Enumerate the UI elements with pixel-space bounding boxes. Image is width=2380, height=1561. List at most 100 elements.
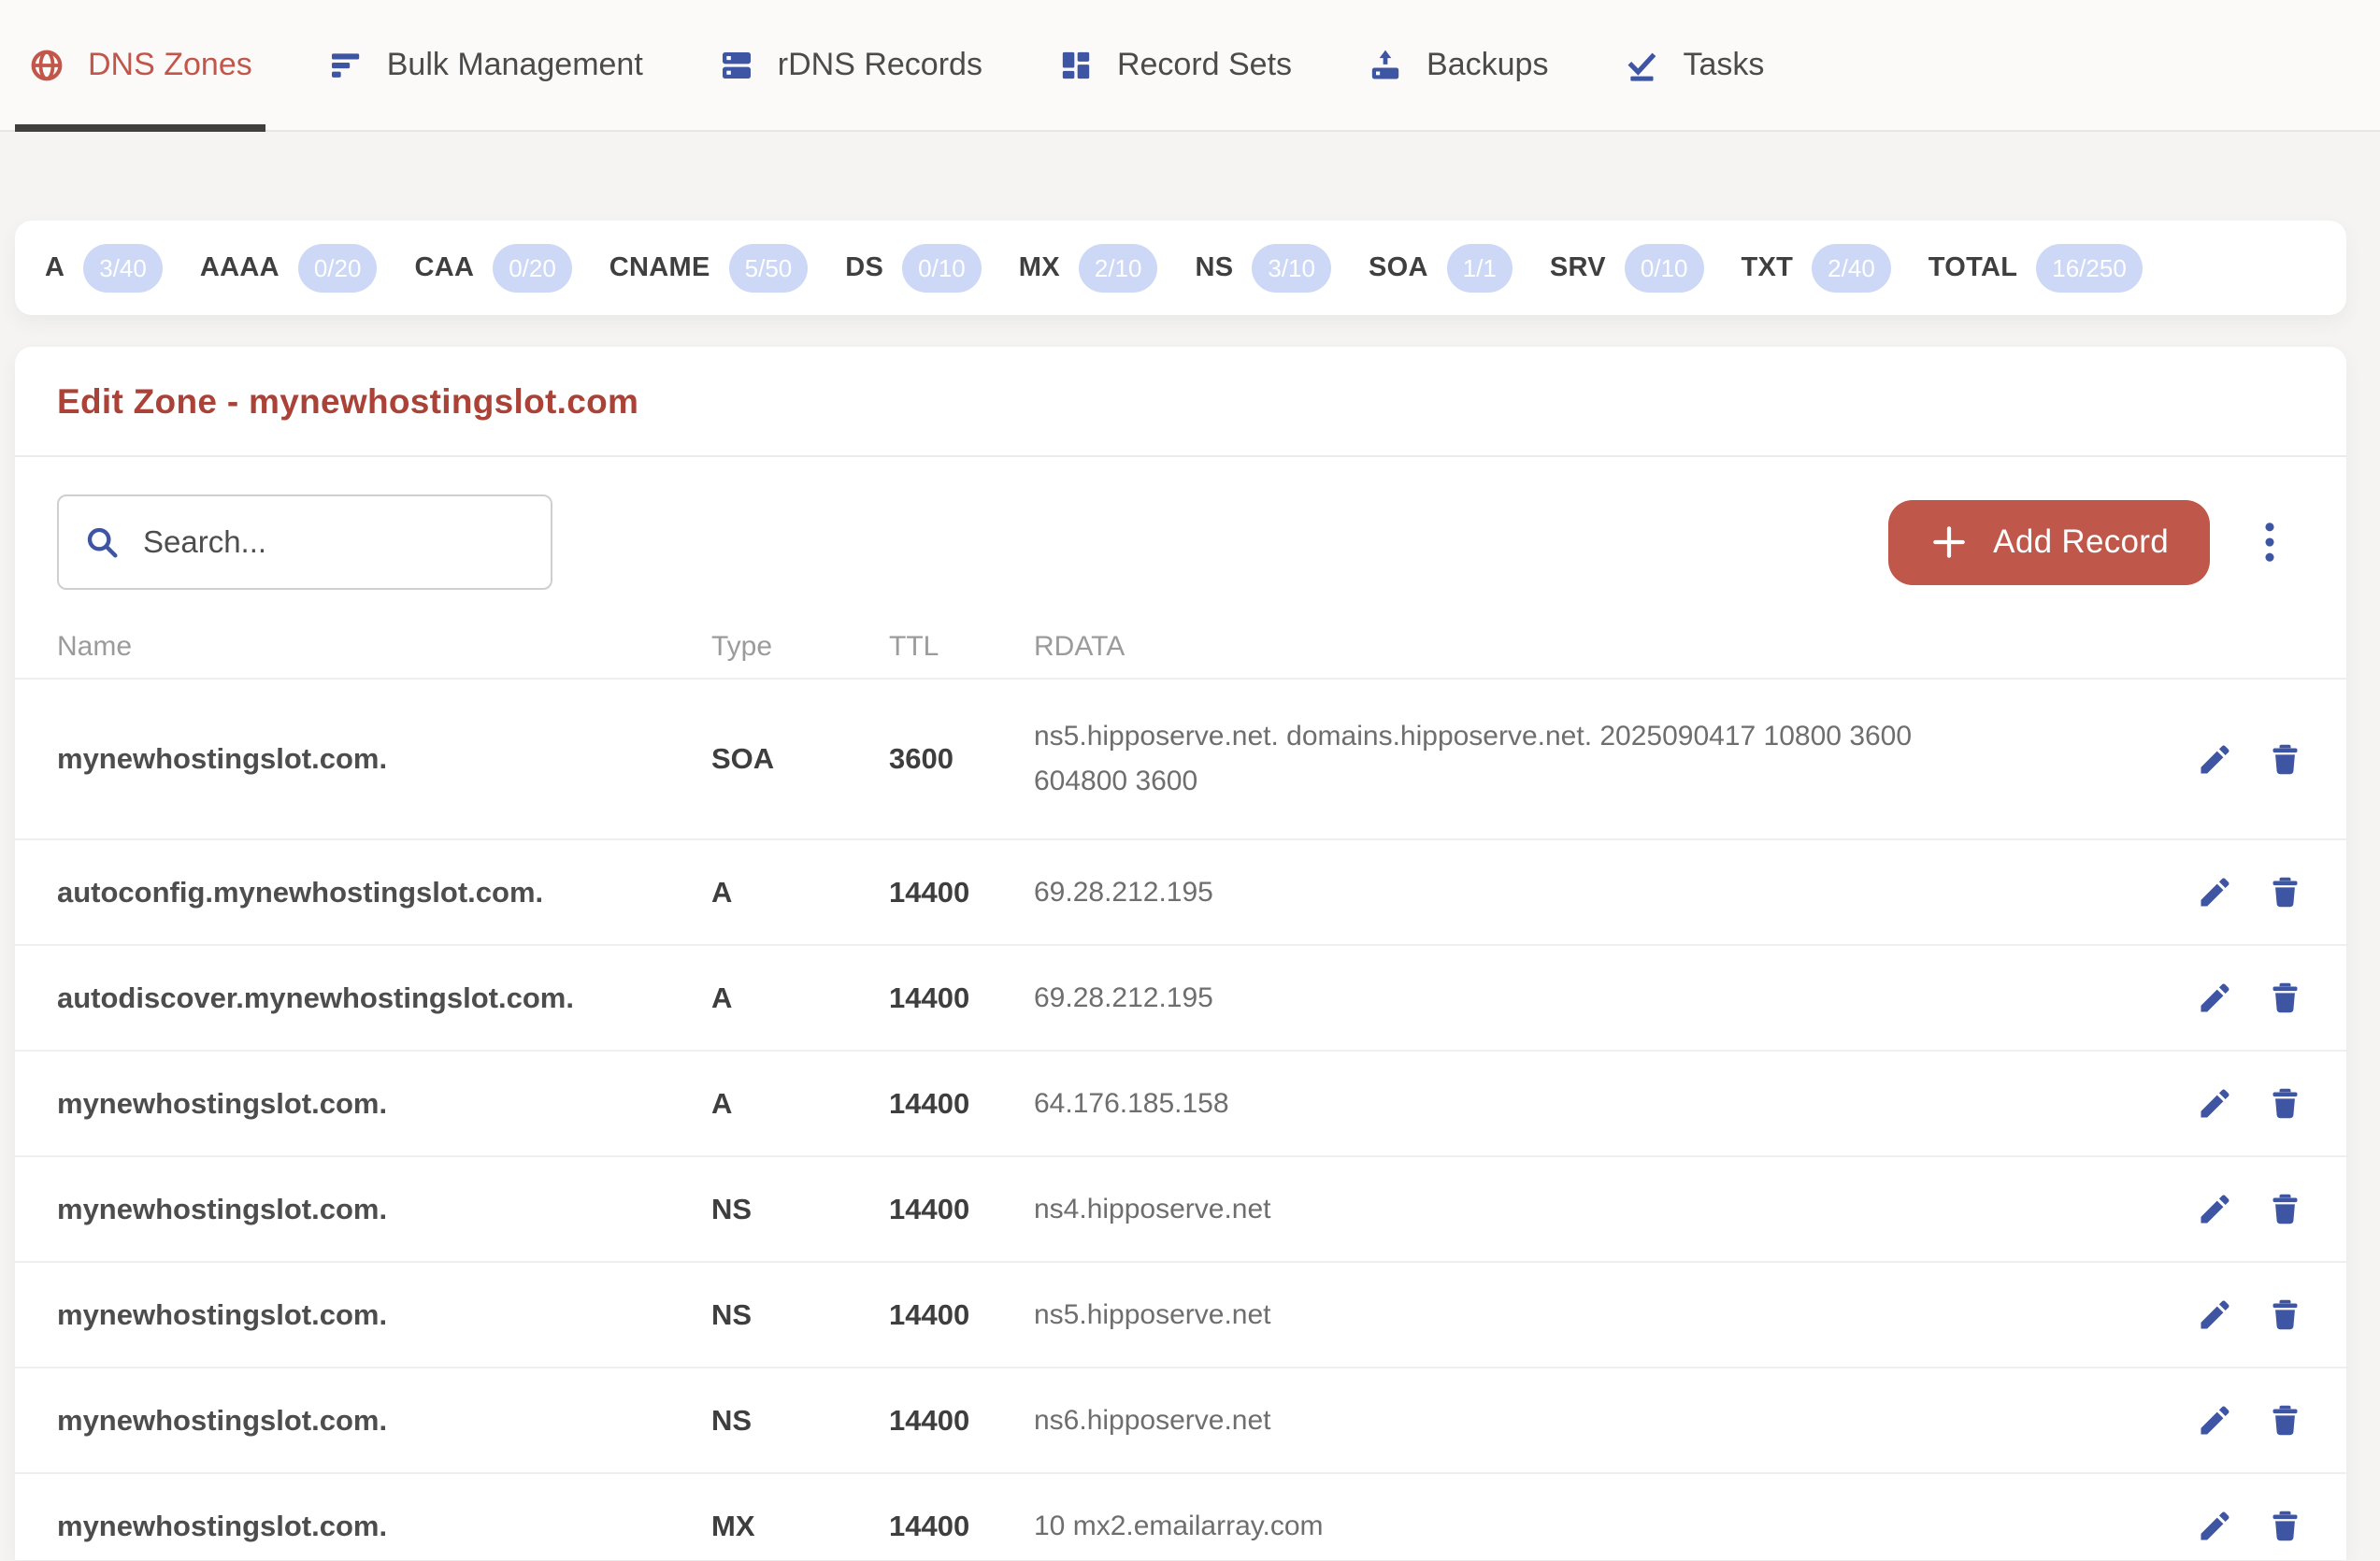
edit-record-button[interactable] <box>2196 873 2234 911</box>
table-row: mynewhostingslot.com. NS 14400 ns6.hippo… <box>15 1368 2346 1474</box>
pencil-icon <box>2196 1084 2234 1123</box>
tab-label: Record Sets <box>1117 47 1292 83</box>
record-name: autoconfig.mynewhostingslot.com. <box>57 876 711 909</box>
record-name: mynewhostingslot.com. <box>57 1298 711 1332</box>
record-ttl: 14400 <box>889 876 1034 909</box>
tab-record-sets[interactable]: Record Sets <box>1044 0 1305 130</box>
delete-record-button[interactable] <box>2266 1507 2304 1545</box>
delete-record-button[interactable] <box>2266 740 2304 779</box>
trash-icon <box>2266 1084 2304 1123</box>
edit-record-button[interactable] <box>2196 740 2234 779</box>
record-count-pill: 0/20 <box>493 244 572 293</box>
tab-tasks[interactable]: Tasks <box>1610 0 1777 130</box>
edit-record-button[interactable] <box>2196 979 2234 1017</box>
record-rdata: ns4.hipposerve.net <box>1034 1187 1978 1232</box>
edit-record-button[interactable] <box>2196 1296 2234 1334</box>
edit-record-button[interactable] <box>2196 1084 2234 1123</box>
row-actions <box>2164 1190 2304 1228</box>
record-count-soa: SOA 1/1 <box>1369 244 1513 293</box>
record-count-ds: DS 0/10 <box>845 244 982 293</box>
delete-record-button[interactable] <box>2266 1190 2304 1228</box>
record-name: mynewhostingslot.com. <box>57 1193 711 1226</box>
record-rdata: 69.28.212.195 <box>1034 870 1978 915</box>
record-count-pill: 5/50 <box>729 244 809 293</box>
pencil-icon <box>2196 979 2234 1017</box>
records-table: Name Type TTL RDATA mynewhostingslot.com… <box>15 616 2346 1560</box>
record-count-pill: 3/40 <box>83 244 163 293</box>
tab-label: Tasks <box>1683 47 1764 83</box>
delete-record-button[interactable] <box>2266 1296 2304 1334</box>
record-count-pill: 0/10 <box>1625 244 1704 293</box>
record-name: mynewhostingslot.com. <box>57 1404 711 1438</box>
table-row: mynewhostingslot.com. NS 14400 ns4.hippo… <box>15 1157 2346 1263</box>
record-type-label: CNAME <box>609 252 710 283</box>
record-count-pill: 2/40 <box>1812 244 1891 293</box>
trash-icon <box>2266 740 2304 779</box>
record-type: A <box>711 876 889 909</box>
tab-rdns-records[interactable]: rDNS Records <box>705 0 996 130</box>
record-name: mynewhostingslot.com. <box>57 742 711 776</box>
column-header-name: Name <box>57 631 711 663</box>
record-type: NS <box>711 1404 889 1438</box>
row-actions <box>2164 1401 2304 1439</box>
edit-record-button[interactable] <box>2196 1401 2234 1439</box>
edit-record-button[interactable] <box>2196 1507 2234 1545</box>
record-rdata: ns6.hipposerve.net <box>1034 1398 1978 1443</box>
record-rdata: 10 mx2.emailarray.com <box>1034 1504 1978 1549</box>
page-title: Edit Zone - mynewhostingslot.com <box>57 382 2304 422</box>
grid-icon <box>1057 47 1095 84</box>
record-count-summary: A 3/40 AAAA 0/20 CAA 0/20 CNAME 5/50 DS … <box>15 221 2346 315</box>
column-header-type: Type <box>711 631 889 663</box>
tab-dns-zones[interactable]: DNS Zones <box>15 0 265 130</box>
tab-bulk-management[interactable]: Bulk Management <box>314 0 656 130</box>
search-box[interactable] <box>57 494 552 590</box>
record-count-pill: 2/10 <box>1079 244 1158 293</box>
record-type: A <box>711 981 889 1015</box>
record-type-label: DS <box>845 252 883 283</box>
record-type: NS <box>711 1298 889 1332</box>
column-header-ttl: TTL <box>889 631 1034 663</box>
tab-backups[interactable]: Backups <box>1354 0 1561 130</box>
record-count-mx: MX 2/10 <box>1019 244 1158 293</box>
record-ttl: 14400 <box>889 1510 1034 1543</box>
more-options-button[interactable] <box>2249 509 2290 575</box>
record-count-cname: CNAME 5/50 <box>609 244 808 293</box>
pencil-icon <box>2196 1401 2234 1439</box>
record-ttl: 14400 <box>889 1087 1034 1121</box>
delete-record-button[interactable] <box>2266 979 2304 1017</box>
record-type-label: NS <box>1195 252 1233 283</box>
search-icon <box>83 523 121 561</box>
search-input[interactable] <box>143 524 526 560</box>
delete-record-button[interactable] <box>2266 873 2304 911</box>
record-count-caa: CAA 0/20 <box>414 244 571 293</box>
table-row: mynewhostingslot.com. SOA 3600 ns5.hippo… <box>15 680 2346 840</box>
table-row: mynewhostingslot.com. A 14400 64.176.185… <box>15 1052 2346 1157</box>
edit-record-button[interactable] <box>2196 1190 2234 1228</box>
record-rdata: 64.176.185.158 <box>1034 1081 1978 1126</box>
record-name: autodiscover.mynewhostingslot.com. <box>57 981 711 1015</box>
row-actions <box>2164 1084 2304 1123</box>
delete-record-button[interactable] <box>2266 1401 2304 1439</box>
tab-label: Bulk Management <box>387 47 643 83</box>
pencil-icon <box>2196 1190 2234 1228</box>
row-actions <box>2164 979 2304 1017</box>
record-type-label: SOA <box>1369 252 1428 283</box>
row-actions <box>2164 1507 2304 1545</box>
record-name: mynewhostingslot.com. <box>57 1087 711 1121</box>
record-ttl: 14400 <box>889 1298 1034 1332</box>
zone-header: Edit Zone - mynewhostingslot.com <box>15 347 2346 457</box>
row-actions <box>2164 1296 2304 1334</box>
delete-record-button[interactable] <box>2266 1084 2304 1123</box>
row-actions <box>2164 873 2304 911</box>
record-count-srv: SRV 0/10 <box>1550 244 1704 293</box>
record-type-label: TOTAL <box>1928 252 2017 283</box>
add-record-button[interactable]: Add Record <box>1888 500 2210 585</box>
record-count-pill: 3/10 <box>1252 244 1331 293</box>
record-type-label: AAAA <box>200 252 280 283</box>
record-type: MX <box>711 1510 889 1543</box>
record-rdata: 69.28.212.195 <box>1034 976 1978 1021</box>
plus-icon <box>1929 523 1969 562</box>
record-ttl: 3600 <box>889 742 1034 776</box>
main-tab-bar: DNS Zones Bulk Management rDNS Records R… <box>0 0 2380 132</box>
row-actions <box>2164 740 2304 779</box>
